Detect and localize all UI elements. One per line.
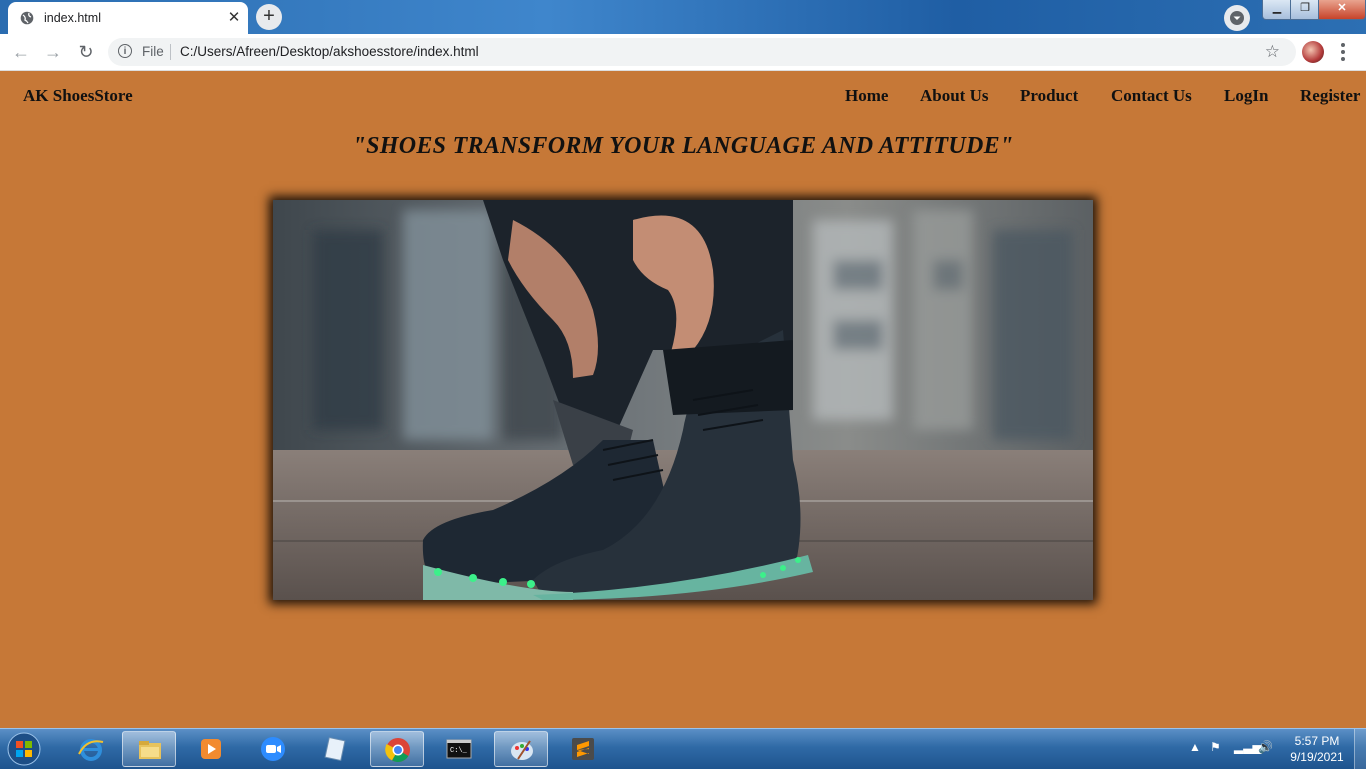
nav-contact-link[interactable]: Contact Us <box>1111 86 1192 106</box>
notepad-taskbar-button[interactable] <box>308 731 362 767</box>
paint-icon <box>511 740 533 760</box>
cmd-taskbar-button[interactable]: C:\_ <box>432 731 486 767</box>
globe-icon <box>20 11 34 25</box>
reload-icon[interactable]: ↻ <box>75 41 97 63</box>
minimize-button[interactable]: ▁ <box>1262 0 1292 20</box>
menu-icon[interactable] <box>1336 40 1350 64</box>
back-icon[interactable]: ← <box>10 41 32 63</box>
omnibox-divider <box>170 44 171 60</box>
taskbar-clock[interactable]: 5:57 PM 9/19/2021 <box>1282 733 1352 765</box>
sublime-taskbar-button[interactable] <box>556 731 610 767</box>
maximize-button[interactable]: ❐ <box>1290 0 1320 20</box>
nav-product-link[interactable]: Product <box>1020 86 1078 106</box>
sublime-text-icon <box>572 738 594 760</box>
start-button[interactable] <box>4 731 44 767</box>
window-close-button[interactable]: ✕ <box>1318 0 1366 20</box>
ie-taskbar-button[interactable] <box>64 731 118 767</box>
media-player-icon <box>201 739 221 759</box>
zoom-icon <box>261 737 285 761</box>
nav-register-link[interactable]: Register <box>1300 86 1360 106</box>
paint-taskbar-button[interactable] <box>494 731 548 767</box>
folder-icon <box>139 741 161 759</box>
forward-icon[interactable]: → <box>42 41 64 63</box>
nav-home-link[interactable]: Home <box>845 86 888 106</box>
show-desktop-button[interactable] <box>1354 729 1366 769</box>
site-navbar: AK ShoesStore Home About Us Product Cont… <box>0 71 1366 119</box>
internet-explorer-icon <box>78 739 104 761</box>
notepad-icon <box>324 736 346 762</box>
clock-time: 5:57 PM <box>1294 734 1340 748</box>
tab-title: index.html <box>44 11 101 25</box>
address-bar[interactable]: i File C:/Users/Afreen/Desktop/akshoesst… <box>108 38 1296 66</box>
svg-text:C:\_: C:\_ <box>450 747 468 755</box>
hero-image <box>273 200 1093 600</box>
new-tab-button[interactable]: + <box>256 4 282 30</box>
tray-expand-icon[interactable]: ▲ <box>1189 740 1201 754</box>
sneakers-photo <box>273 200 1093 600</box>
browser-toolbar: ← → ↻ i File C:/Users/Afreen/Desktop/aks… <box>0 34 1366 71</box>
clock-date: 9/19/2021 <box>1290 750 1344 764</box>
chevron-down-icon <box>1230 11 1244 25</box>
zoom-taskbar-button[interactable] <box>246 731 300 767</box>
flag-icon[interactable]: ⚑ <box>1210 740 1221 754</box>
tab-search-button[interactable] <box>1224 5 1250 31</box>
nav-about-link[interactable]: About Us <box>920 86 989 106</box>
url-text[interactable]: C:/Users/Afreen/Desktop/akshoesstore/ind… <box>180 44 479 59</box>
star-icon[interactable]: ☆ <box>1265 42 1280 62</box>
command-prompt-icon: C:\_ <box>446 739 472 759</box>
tab-close-icon[interactable]: ✕ <box>225 8 243 28</box>
explorer-taskbar-button[interactable] <box>122 731 176 767</box>
browser-tab[interactable]: index.html ✕ <box>8 2 248 34</box>
scheme-label: File <box>142 44 164 59</box>
chrome-icon <box>385 738 410 763</box>
windows-taskbar: C:\_ ▲ ⚑ ▂▃▅ 🔊 5:57 PM 9/19/2021 <box>0 728 1366 769</box>
site-brand[interactable]: AK ShoesStore <box>23 86 133 106</box>
chrome-taskbar-button[interactable] <box>370 731 424 767</box>
volume-icon[interactable]: 🔊 <box>1258 740 1273 754</box>
media-taskbar-button[interactable] <box>184 731 238 767</box>
nav-login-link[interactable]: LogIn <box>1224 86 1268 106</box>
page-tagline: "SHOES TRANSFORM YOUR LANGUAGE AND ATTIT… <box>352 133 1014 159</box>
browser-title-bar: index.html ✕ + ▁ ❐ ✕ <box>0 0 1366 34</box>
profile-avatar[interactable] <box>1302 41 1324 63</box>
info-icon[interactable]: i <box>118 44 132 58</box>
